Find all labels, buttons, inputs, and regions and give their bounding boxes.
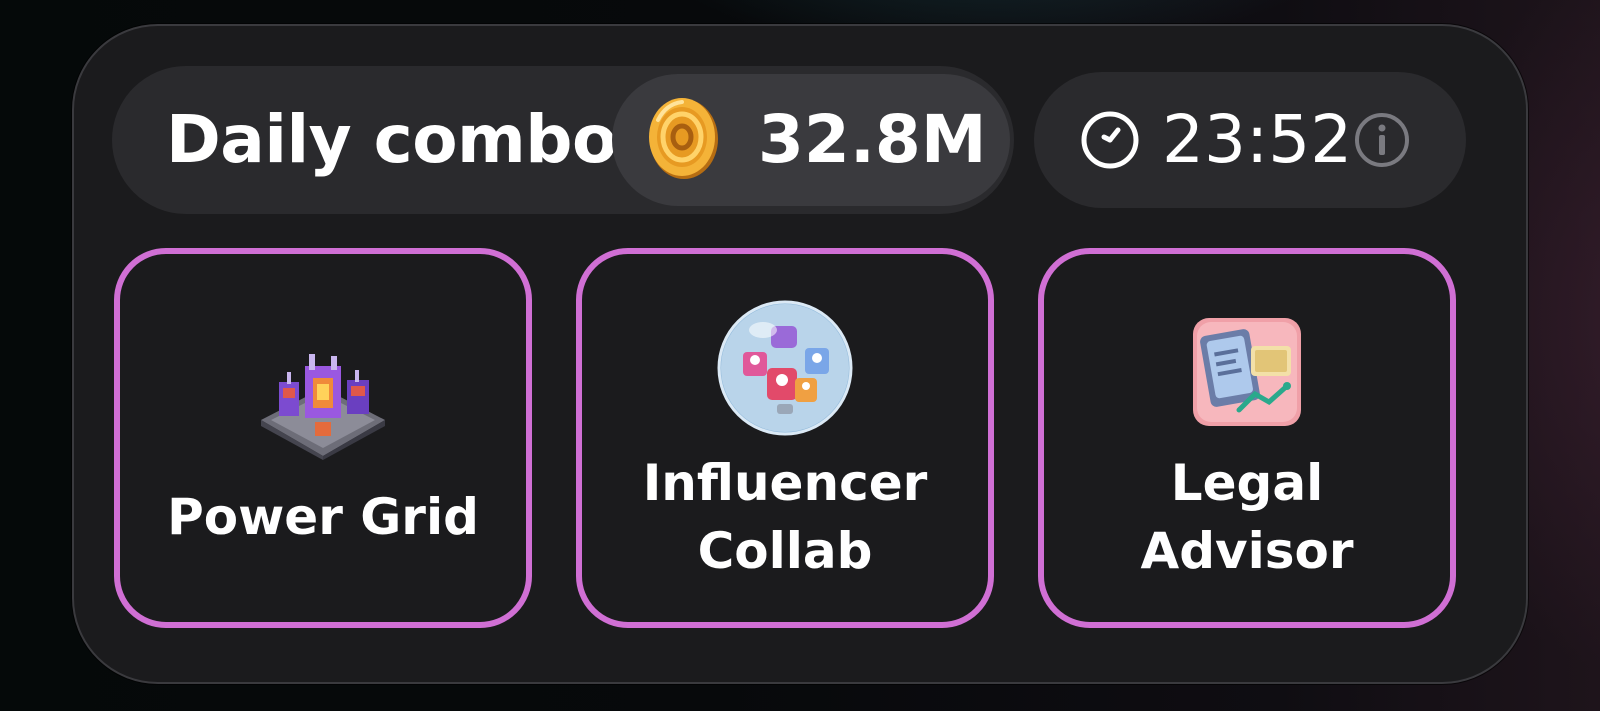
- card-title: Power Grid: [167, 488, 479, 546]
- card-title: Influencer: [642, 454, 928, 512]
- combo-reward-badge: 32.8M: [612, 74, 1010, 206]
- coin-icon: [649, 98, 718, 179]
- daily-combo-label: Daily combo: [166, 101, 617, 178]
- clock-icon: [1081, 111, 1139, 169]
- timer-countdown: 23:52: [1162, 101, 1353, 178]
- card-subtitle: Advisor: [1140, 522, 1354, 580]
- combo-timer: 23:52: [1034, 72, 1466, 208]
- power-grid-icon: [261, 354, 385, 460]
- influencer-collab-icon: [717, 300, 853, 436]
- combo-card-influencer-collab[interactable]: Influencer Collab: [576, 248, 994, 628]
- combo-card-power-grid[interactable]: Power Grid: [114, 248, 532, 628]
- legal-advisor-icon: [1193, 318, 1301, 426]
- card-title: Legal: [1170, 454, 1324, 512]
- daily-combo-panel: Daily combo 32.8M 23:52 Power Grid Influ…: [72, 24, 1528, 684]
- combo-card-legal-advisor[interactable]: Legal Advisor: [1038, 248, 1456, 628]
- combo-reward-amount: 32.8M: [758, 101, 987, 178]
- info-icon[interactable]: [1352, 110, 1412, 170]
- card-subtitle: Collab: [697, 522, 873, 580]
